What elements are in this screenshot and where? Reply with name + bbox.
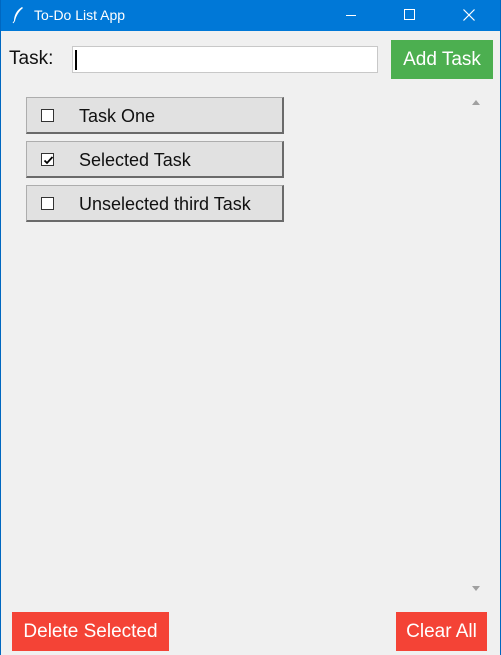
task-item-label: Unselected third Task xyxy=(79,194,251,214)
scroll-down-button[interactable] xyxy=(466,579,486,599)
task-item-label: Selected Task xyxy=(79,150,191,170)
title-bar[interactable]: To-Do List App xyxy=(1,0,500,31)
minimize-button[interactable] xyxy=(328,0,374,31)
task-list: Task One Selected Task Unselected third … xyxy=(9,90,463,598)
task-item[interactable]: Selected Task xyxy=(26,141,284,178)
window-title: To-Do List App xyxy=(34,7,126,23)
vertical-scrollbar[interactable] xyxy=(466,92,486,599)
close-button[interactable] xyxy=(446,0,492,31)
task-input[interactable] xyxy=(72,46,378,73)
close-icon xyxy=(463,9,475,21)
arrow-down-icon xyxy=(472,586,480,591)
task-checkbox[interactable] xyxy=(41,197,54,210)
maximize-icon xyxy=(404,9,415,20)
task-item-label: Task One xyxy=(79,106,156,126)
clear-all-button[interactable]: Clear All xyxy=(396,612,487,651)
task-checkbox[interactable] xyxy=(41,109,54,122)
task-label: Task: xyxy=(9,48,54,69)
checkmark-icon xyxy=(43,156,54,165)
task-item[interactable]: Unselected third Task xyxy=(26,185,284,222)
app-window: To-Do List App Task: Add Task Task One S… xyxy=(0,0,501,655)
arrow-up-icon xyxy=(472,100,480,105)
task-item[interactable]: Task One xyxy=(26,97,284,134)
add-task-button[interactable]: Add Task xyxy=(391,40,493,79)
text-cursor xyxy=(75,50,77,70)
minimize-icon xyxy=(346,15,356,16)
maximize-button[interactable] xyxy=(386,0,432,31)
feather-icon xyxy=(11,6,25,24)
delete-selected-button[interactable]: Delete Selected xyxy=(12,612,169,651)
scroll-up-button[interactable] xyxy=(466,92,486,112)
task-checkbox[interactable] xyxy=(41,153,54,166)
